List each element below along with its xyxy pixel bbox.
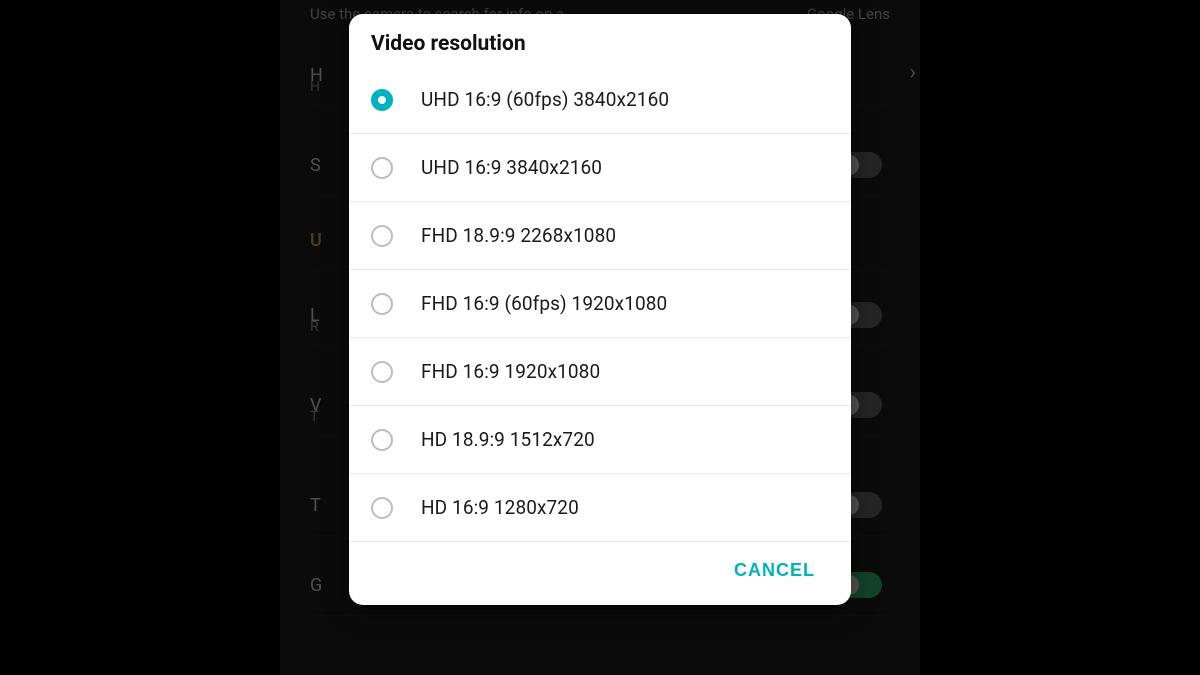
resolution-option-4[interactable]: FHD 16:9 1920x1080	[349, 338, 851, 406]
resolution-option-3[interactable]: FHD 16:9 (60fps) 1920x1080	[349, 270, 851, 338]
radio-icon	[371, 89, 393, 111]
radio-icon	[371, 157, 393, 179]
dialog-actions: CANCEL	[349, 542, 851, 601]
phone-background: Use the camera to search for info on a G…	[280, 0, 920, 675]
cancel-button[interactable]: CANCEL	[726, 554, 823, 587]
video-resolution-dialog: Video resolution UHD 16:9 (60fps) 3840x2…	[349, 14, 851, 605]
backdrop-row-sub: R	[310, 319, 319, 335]
radio-icon	[371, 293, 393, 315]
dialog-title: Video resolution	[349, 14, 851, 66]
option-label: UHD 16:9 (60fps) 3840x2160	[421, 88, 669, 111]
backdrop-row-sub: T	[310, 409, 318, 425]
option-label: UHD 16:9 3840x2160	[421, 156, 602, 179]
radio-icon	[371, 225, 393, 247]
resolution-option-1[interactable]: UHD 16:9 3840x2160	[349, 134, 851, 202]
backdrop-row-sub: H	[310, 79, 320, 95]
option-label: FHD 16:9 (60fps) 1920x1080	[421, 292, 667, 315]
option-label: FHD 18.9:9 2268x1080	[421, 224, 616, 247]
radio-icon	[371, 497, 393, 519]
resolution-option-0[interactable]: UHD 16:9 (60fps) 3840x2160	[349, 66, 851, 134]
option-label: HD 16:9 1280x720	[421, 496, 579, 519]
chevron-right-icon: ›	[909, 60, 916, 85]
backdrop-row-label: T	[310, 495, 321, 516]
resolution-option-6[interactable]: HD 16:9 1280x720	[349, 474, 851, 542]
backdrop-row-label: S	[310, 155, 321, 176]
stage: Use the camera to search for info on a G…	[0, 0, 1200, 675]
backdrop-row-label: G	[310, 575, 322, 596]
resolution-option-5[interactable]: HD 18.9:9 1512x720	[349, 406, 851, 474]
resolution-option-2[interactable]: FHD 18.9:9 2268x1080	[349, 202, 851, 270]
option-label: FHD 16:9 1920x1080	[421, 360, 600, 383]
backdrop-row-label: U	[310, 230, 322, 251]
option-label: HD 18.9:9 1512x720	[421, 428, 595, 451]
radio-icon	[371, 429, 393, 451]
radio-icon	[371, 361, 393, 383]
